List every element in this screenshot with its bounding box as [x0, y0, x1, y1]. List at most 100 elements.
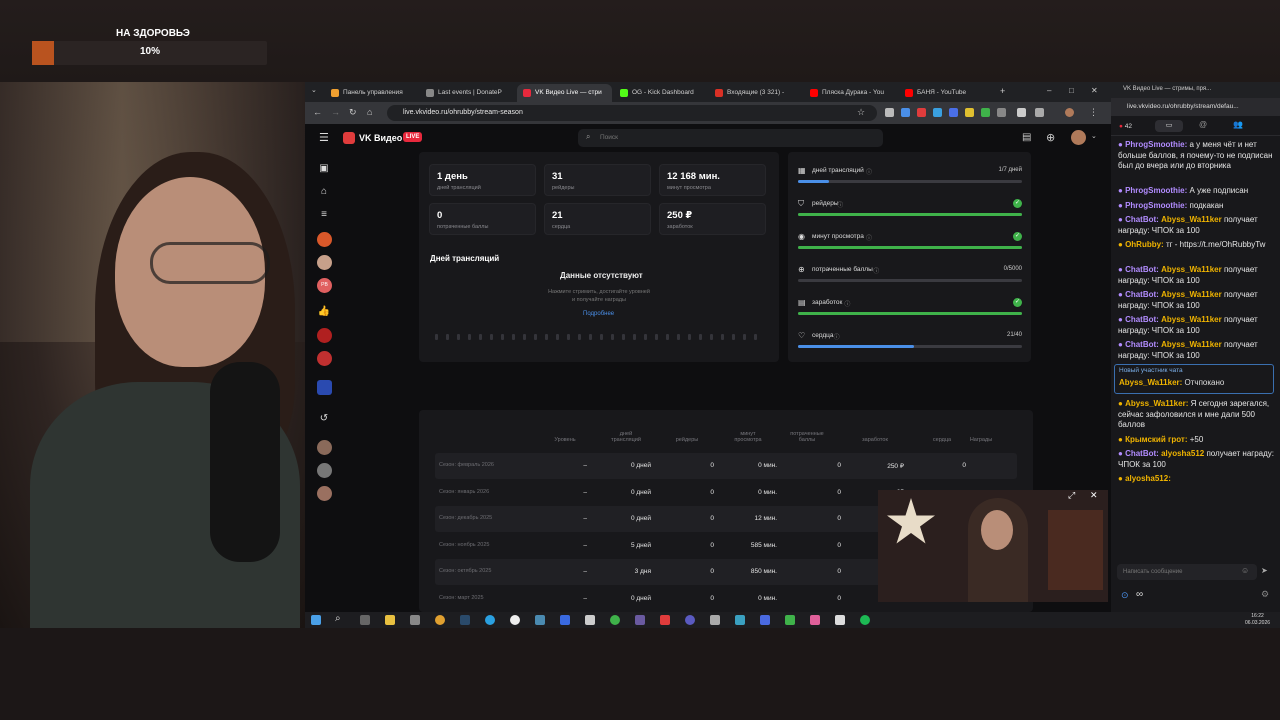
chat-username[interactable]: OhRubby:: [1125, 240, 1164, 249]
app-icon[interactable]: [735, 615, 745, 625]
forward-icon[interactable]: →: [331, 107, 340, 117]
new-tab-plus-icon[interactable]: +: [1000, 86, 1005, 96]
chat-message[interactable]: ● ChatBot: Abyss_Wa11ker получает наград…: [1118, 340, 1276, 361]
channel-avatar[interactable]: [317, 463, 332, 478]
extension-icon[interactable]: [1035, 108, 1044, 117]
tab-youtube-1[interactable]: Пляска Дурака - You: [804, 84, 899, 102]
channel-avatar[interactable]: [317, 440, 332, 455]
back-icon[interactable]: ←: [313, 107, 322, 117]
explorer-icon[interactable]: [385, 615, 395, 625]
chat-message[interactable]: ● PhrogSmoothie: а у меня чёт и нет боль…: [1118, 140, 1276, 172]
info-icon[interactable]: ⓘ: [844, 299, 850, 308]
chat-mention[interactable]: Abyss_Wa11ker: [1161, 290, 1222, 299]
chat-mention[interactable]: alyosha512: [1161, 449, 1204, 458]
info-icon[interactable]: ⓘ: [873, 266, 879, 275]
channel-avatar[interactable]: [317, 351, 332, 366]
channel-avatar[interactable]: PB: [317, 278, 332, 293]
chat-message[interactable]: ● ChatBot: alyosha512 получает награду: …: [1118, 449, 1276, 470]
chat-message[interactable]: ● alyosha512:: [1118, 474, 1276, 485]
extension-icon[interactable]: [965, 108, 974, 117]
steam-icon[interactable]: [460, 615, 470, 625]
tab-last-events[interactable]: Last events | DonateP: [420, 84, 515, 102]
start-icon[interactable]: [311, 615, 321, 625]
chat-username[interactable]: PhrogSmoothie:: [1125, 201, 1187, 210]
channel-avatar[interactable]: [317, 486, 332, 501]
chat-username[interactable]: ChatBot:: [1125, 340, 1159, 349]
channel-avatar[interactable]: [317, 328, 332, 343]
app-icon[interactable]: [535, 615, 545, 625]
home-icon[interactable]: ⌂: [367, 107, 372, 117]
user-avatar[interactable]: [1071, 130, 1086, 145]
app-icon[interactable]: [410, 615, 420, 625]
profile-avatar[interactable]: [1065, 108, 1074, 117]
search-icon[interactable]: ⌕: [335, 613, 341, 624]
studio-icon[interactable]: ▤: [1022, 132, 1031, 143]
video-icon[interactable]: ▣: [317, 162, 331, 176]
hamburger-menu-icon[interactable]: ☰: [319, 131, 329, 144]
menu-dots-icon[interactable]: ⋮: [1089, 107, 1098, 118]
app-icon[interactable]: [835, 615, 845, 625]
extension-icon[interactable]: [885, 108, 894, 117]
search-input[interactable]: ⌕ Поиск: [578, 129, 883, 147]
chat-mention[interactable]: Abyss_Wa11ker: [1161, 315, 1222, 324]
extension-icon[interactable]: [933, 108, 942, 117]
likes-icon[interactable]: 👍: [317, 305, 331, 319]
chat-message[interactable]: ● ChatBot: Abyss_Wa11ker получает наград…: [1118, 290, 1276, 311]
telegram-icon[interactable]: [485, 615, 495, 625]
spotify-icon[interactable]: [860, 615, 870, 625]
app-icon[interactable]: [760, 615, 770, 625]
close-icon[interactable]: ✕: [1091, 86, 1098, 95]
chat-username[interactable]: ChatBot:: [1125, 449, 1159, 458]
reload-icon[interactable]: ↻: [349, 107, 357, 118]
url-input[interactable]: live.vkvideo.ru/ohrubby/stream-season: [387, 105, 877, 121]
channel-avatar[interactable]: [317, 255, 332, 270]
extension-icon[interactable]: [901, 108, 910, 117]
vk-logo-text[interactable]: VK Видео: [359, 133, 402, 143]
app-icon[interactable]: [585, 615, 595, 625]
tab-kick-dashboard[interactable]: OG - Kick Dashboard: [614, 84, 709, 102]
tab-youtube-2[interactable]: БАНЯ - YouTube: [899, 84, 994, 102]
task-view-icon[interactable]: [360, 615, 370, 625]
chat-message[interactable]: ● Крымский грот: +50: [1118, 435, 1276, 446]
chrome-icon[interactable]: [435, 615, 445, 625]
extension-icon[interactable]: [1017, 108, 1026, 117]
maximize-icon[interactable]: □: [1069, 86, 1074, 95]
system-clock[interactable]: 16:22 06.03.2026: [1245, 613, 1270, 627]
app-icon[interactable]: [810, 615, 820, 625]
minimize-icon[interactable]: –: [1047, 86, 1051, 95]
chat-username[interactable]: PhrogSmoothie:: [1125, 186, 1187, 195]
more-link[interactable]: Подробнее: [583, 311, 614, 317]
points-icon[interactable]: ⊙: [1121, 590, 1129, 601]
info-icon[interactable]: ⓘ: [834, 332, 840, 341]
pip-close-icon[interactable]: ✕: [1090, 490, 1098, 501]
chat-message[interactable]: ● Abyss_Wa11ker: Я сегодня зарегался, се…: [1118, 399, 1276, 431]
tab-vk-video[interactable]: VK Видео Live — стри: [517, 84, 612, 102]
channel-avatar[interactable]: [317, 380, 332, 395]
extension-icon[interactable]: [949, 108, 958, 117]
chat-message[interactable]: ● ChatBot: Abyss_Wa11ker получает наград…: [1118, 215, 1276, 236]
extension-icon[interactable]: [997, 108, 1006, 117]
users-tab-icon[interactable]: 👥: [1233, 120, 1243, 129]
app-icon[interactable]: [710, 615, 720, 625]
picture-in-picture-video[interactable]: ⤢ ✕: [878, 490, 1108, 602]
chevron-down-icon[interactable]: ⌄: [1091, 132, 1097, 140]
chat-message[interactable]: ● ChatBot: Abyss_Wa11ker получает наград…: [1118, 265, 1276, 286]
history-icon[interactable]: ↺: [317, 412, 331, 426]
chat-username[interactable]: Abyss_Wa11ker:: [1125, 399, 1188, 408]
chat-mention[interactable]: Abyss_Wa11ker: [1161, 215, 1222, 224]
vk-logo-icon[interactable]: [343, 132, 355, 144]
add-icon[interactable]: ⊕: [1046, 131, 1055, 144]
chat-message[interactable]: ● PhrogSmoothie: подкакан: [1118, 201, 1276, 212]
chat-url-bar[interactable]: live.vkvideo.ru/ohrubby/stream/defau...: [1111, 98, 1280, 116]
chat-message[interactable]: ● OhRubby: тг - https://t.me/OhRubbyTw: [1118, 240, 1276, 251]
chat-mention[interactable]: Abyss_Wa11ker: [1161, 265, 1222, 274]
infinity-icon[interactable]: ∞: [1136, 589, 1143, 600]
obs-icon[interactable]: [510, 615, 520, 625]
tab-search-icon[interactable]: ⌄: [311, 86, 317, 94]
chat-username[interactable]: Abyss_Wa11ker:: [1119, 378, 1182, 387]
chat-tab-icon[interactable]: ▭: [1155, 120, 1183, 132]
yandex-icon[interactable]: [660, 615, 670, 625]
chat-username[interactable]: ChatBot:: [1125, 215, 1159, 224]
tab-control-panel[interactable]: Панель управления: [325, 84, 420, 102]
chat-message[interactable]: ● PhrogSmoothie: А уже подписан: [1118, 186, 1276, 197]
